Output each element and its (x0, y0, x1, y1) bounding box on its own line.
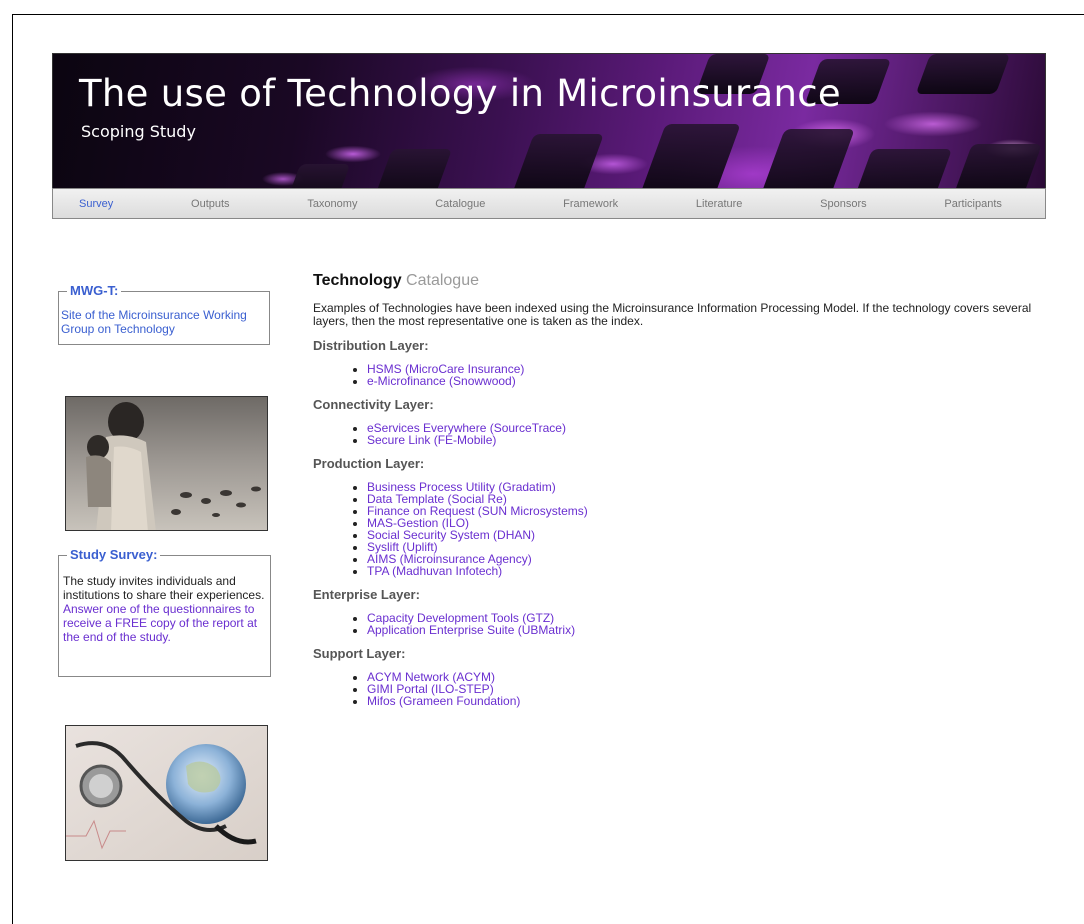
layer-title: Connectivity Layer: (313, 397, 434, 412)
header-banner: The use of Technology in Microinsurance … (52, 53, 1046, 188)
questionnaire-link[interactable]: Answer one of the questionnaires to rece… (63, 602, 257, 644)
layer-title: Enterprise Layer: (313, 587, 420, 602)
study-survey-box: Study Survey: The study invites individu… (58, 547, 271, 677)
intro-text: Examples of Technologies have been index… (313, 301, 1032, 328)
technology-list: Business Process Utility (Gradatim) Data… (313, 481, 1033, 577)
mwgt-legend: MWG-T: (67, 283, 122, 298)
site-subtitle: Scoping Study (81, 122, 196, 141)
technology-list: ACYM Network (ACYM) GIMI Portal (ILO-STE… (313, 671, 1033, 707)
technology-list: Capacity Development Tools (GTZ) Applica… (313, 612, 1033, 636)
list-item: Application Enterprise Suite (UBMatrix) (367, 624, 1033, 636)
nav-survey[interactable]: Survey (79, 198, 113, 210)
nav-participants[interactable]: Participants (944, 198, 1001, 210)
nav-outputs[interactable]: Outputs (191, 198, 230, 210)
site-title: The use of Technology in Microinsurance (79, 72, 841, 115)
list-item: TPA (Madhuvan Infotech) (367, 565, 1033, 577)
connectivity-layer: Connectivity Layer: eServices Everywhere… (313, 397, 1033, 446)
nav-sponsors[interactable]: Sponsors (820, 198, 866, 210)
page-title: Technology Catalogue (313, 272, 1033, 290)
enterprise-layer: Enterprise Layer: Capacity Development T… (313, 587, 1033, 636)
technology-link[interactable]: Mifos (Grameen Foundation) (367, 694, 520, 708)
catalogue-content: Technology Catalogue Examples of Technol… (313, 272, 1033, 707)
page-title-bold: Technology (313, 272, 402, 289)
main-navigation: Survey Outputs Taxonomy Catalogue Framew… (52, 188, 1046, 219)
list-item: e-Microfinance (Snowwood) (367, 375, 1033, 387)
technology-link[interactable]: Application Enterprise Suite (UBMatrix) (367, 623, 575, 637)
layer-title: Support Layer: (313, 646, 406, 661)
technology-link[interactable]: e-Microfinance (Snowwood) (367, 374, 516, 388)
distribution-layer: Distribution Layer: HSMS (MicroCare Insu… (313, 338, 1033, 387)
technology-link[interactable]: TPA (Madhuvan Infotech) (367, 564, 502, 578)
children-photo (65, 396, 268, 531)
nav-catalogue[interactable]: Catalogue (435, 198, 485, 210)
nav-literature[interactable]: Literature (696, 198, 742, 210)
layer-title: Distribution Layer: (313, 338, 429, 353)
technology-list: HSMS (MicroCare Insurance) e-Microfinanc… (313, 363, 1033, 387)
mwgt-link[interactable]: Site of the Microinsurance Working Group… (61, 308, 247, 336)
stethoscope-globe-photo (65, 725, 268, 861)
support-layer: Support Layer: ACYM Network (ACYM) GIMI … (313, 646, 1033, 707)
production-layer: Production Layer: Business Process Utili… (313, 456, 1033, 577)
list-item: Secure Link (FE-Mobile) (367, 434, 1033, 446)
layer-title: Production Layer: (313, 456, 425, 471)
list-item: Social Security System (DHAN) (367, 529, 1033, 541)
children-image (66, 397, 267, 530)
technology-list: eServices Everywhere (SourceTrace) Secur… (313, 422, 1033, 446)
study-survey-text: The study invites individuals and instit… (63, 574, 265, 602)
stethoscope-globe-image (66, 726, 267, 860)
nav-framework[interactable]: Framework (563, 198, 618, 210)
list-item: Mifos (Grameen Foundation) (367, 695, 1033, 707)
page-title-light: Catalogue (406, 272, 479, 289)
study-survey-legend: Study Survey: (67, 547, 161, 562)
nav-taxonomy[interactable]: Taxonomy (307, 198, 357, 210)
technology-link[interactable]: Secure Link (FE-Mobile) (367, 433, 496, 447)
mwgt-box: MWG-T: Site of the Microinsurance Workin… (58, 283, 270, 345)
